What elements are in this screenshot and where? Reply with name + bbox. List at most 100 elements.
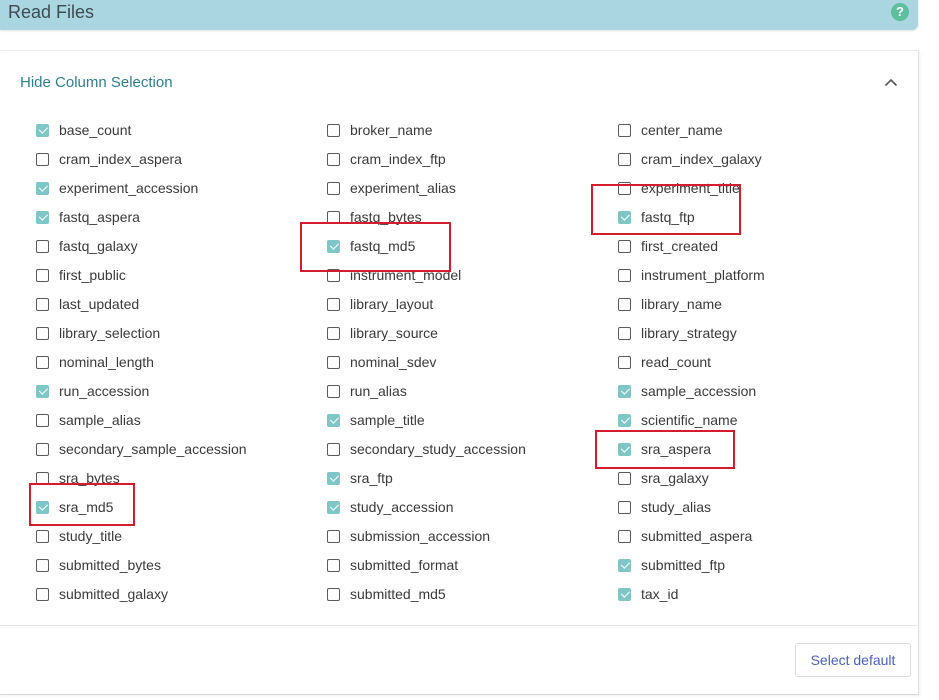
checkbox-unchecked[interactable] [36,355,49,369]
checkbox-unchecked[interactable] [327,558,340,572]
column-option-last-updated[interactable]: last_updated [36,294,139,314]
checkbox-unchecked[interactable] [36,529,49,543]
checkbox-unchecked[interactable] [327,297,340,311]
checkbox-unchecked[interactable] [618,239,631,253]
column-option-submitted-bytes[interactable]: submitted_bytes [36,555,161,575]
column-option-instrument-model[interactable]: instrument_model [327,265,461,285]
column-option-scientific-name[interactable]: scientific_name [618,410,738,430]
checkbox-unchecked[interactable] [618,123,631,137]
checkbox-unchecked[interactable] [327,268,340,282]
column-option-sra-bytes[interactable]: sra_bytes [36,468,120,488]
column-option-sra-aspera[interactable]: sra_aspera [618,439,711,459]
checkbox-checked[interactable] [618,587,631,601]
checkbox-unchecked[interactable] [618,355,631,369]
column-option-submitted-ftp[interactable]: submitted_ftp [618,555,725,575]
checkbox-unchecked[interactable] [618,297,631,311]
column-option-library-strategy[interactable]: library_strategy [618,323,737,343]
column-option-run-accession[interactable]: run_accession [36,381,149,401]
column-option-cram-index-galaxy[interactable]: cram_index_galaxy [618,149,762,169]
column-option-submitted-galaxy[interactable]: submitted_galaxy [36,584,168,604]
checkbox-unchecked[interactable] [618,326,631,340]
column-option-fastq-bytes[interactable]: fastq_bytes [327,207,422,227]
column-option-fastq-ftp[interactable]: fastq_ftp [618,207,695,227]
checkbox-checked[interactable] [327,471,340,485]
checkbox-checked[interactable] [36,500,49,514]
checkbox-checked[interactable] [618,442,631,456]
column-option-instrument-platform[interactable]: instrument_platform [618,265,765,285]
checkbox-unchecked[interactable] [327,529,340,543]
column-option-nominal-sdev[interactable]: nominal_sdev [327,352,436,372]
checkbox-unchecked[interactable] [36,413,49,427]
checkbox-unchecked[interactable] [618,152,631,166]
checkbox-checked[interactable] [618,558,631,572]
checkbox-unchecked[interactable] [618,529,631,543]
checkbox-checked[interactable] [327,413,340,427]
column-option-read-count[interactable]: read_count [618,352,711,372]
column-option-sample-title[interactable]: sample_title [327,410,425,430]
help-icon[interactable]: ? [891,3,909,21]
column-option-experiment-alias[interactable]: experiment_alias [327,178,456,198]
column-option-secondary-sample-accession[interactable]: secondary_sample_accession [36,439,247,459]
column-option-sample-alias[interactable]: sample_alias [36,410,141,430]
column-option-submission-accession[interactable]: submission_accession [327,526,490,546]
column-option-fastq-galaxy[interactable]: fastq_galaxy [36,236,138,256]
column-option-library-selection[interactable]: library_selection [36,323,160,343]
checkbox-unchecked[interactable] [327,181,340,195]
column-option-run-alias[interactable]: run_alias [327,381,407,401]
checkbox-unchecked[interactable] [36,268,49,282]
column-option-cram-index-aspera[interactable]: cram_index_aspera [36,149,182,169]
column-option-nominal-length[interactable]: nominal_length [36,352,154,372]
chevron-up-icon[interactable] [884,75,898,89]
column-option-broker-name[interactable]: broker_name [327,120,433,140]
column-option-library-source[interactable]: library_source [327,323,438,343]
column-option-library-layout[interactable]: library_layout [327,294,433,314]
checkbox-checked[interactable] [36,210,49,224]
checkbox-unchecked[interactable] [36,239,49,253]
column-option-sra-ftp[interactable]: sra_ftp [327,468,393,488]
column-option-first-public[interactable]: first_public [36,265,126,285]
column-option-tax-id[interactable]: tax_id [618,584,678,604]
hide-column-selection-toggle[interactable]: Hide Column Selection [20,74,173,91]
column-option-base-count[interactable]: base_count [36,120,131,140]
checkbox-checked[interactable] [618,413,631,427]
column-option-study-alias[interactable]: study_alias [618,497,711,517]
checkbox-unchecked[interactable] [327,123,340,137]
checkbox-unchecked[interactable] [327,442,340,456]
checkbox-unchecked[interactable] [327,210,340,224]
checkbox-checked[interactable] [618,210,631,224]
column-option-submitted-md5[interactable]: submitted_md5 [327,584,446,604]
column-option-study-accession[interactable]: study_accession [327,497,454,517]
column-option-fastq-aspera[interactable]: fastq_aspera [36,207,140,227]
checkbox-unchecked[interactable] [618,181,631,195]
checkbox-unchecked[interactable] [327,355,340,369]
checkbox-unchecked[interactable] [36,442,49,456]
checkbox-checked[interactable] [36,181,49,195]
column-option-fastq-md5[interactable]: fastq_md5 [327,236,415,256]
checkbox-unchecked[interactable] [327,326,340,340]
checkbox-unchecked[interactable] [618,500,631,514]
column-option-sample-accession[interactable]: sample_accession [618,381,756,401]
column-option-experiment-title[interactable]: experiment_title [618,178,740,198]
select-default-button[interactable]: Select default [795,643,911,677]
column-option-experiment-accession[interactable]: experiment_accession [36,178,198,198]
checkbox-unchecked[interactable] [327,587,340,601]
checkbox-checked[interactable] [36,123,49,137]
column-option-study-title[interactable]: study_title [36,526,122,546]
checkbox-unchecked[interactable] [36,152,49,166]
column-option-cram-index-ftp[interactable]: cram_index_ftp [327,149,446,169]
checkbox-unchecked[interactable] [36,558,49,572]
checkbox-unchecked[interactable] [618,268,631,282]
checkbox-unchecked[interactable] [36,471,49,485]
checkbox-unchecked[interactable] [36,326,49,340]
checkbox-checked[interactable] [36,384,49,398]
checkbox-checked[interactable] [618,384,631,398]
column-option-center-name[interactable]: center_name [618,120,723,140]
column-option-sra-galaxy[interactable]: sra_galaxy [618,468,709,488]
checkbox-unchecked[interactable] [327,384,340,398]
column-option-submitted-aspera[interactable]: submitted_aspera [618,526,752,546]
checkbox-unchecked[interactable] [36,297,49,311]
column-option-secondary-study-accession[interactable]: secondary_study_accession [327,439,526,459]
checkbox-unchecked[interactable] [618,471,631,485]
checkbox-checked[interactable] [327,239,340,253]
checkbox-unchecked[interactable] [36,587,49,601]
